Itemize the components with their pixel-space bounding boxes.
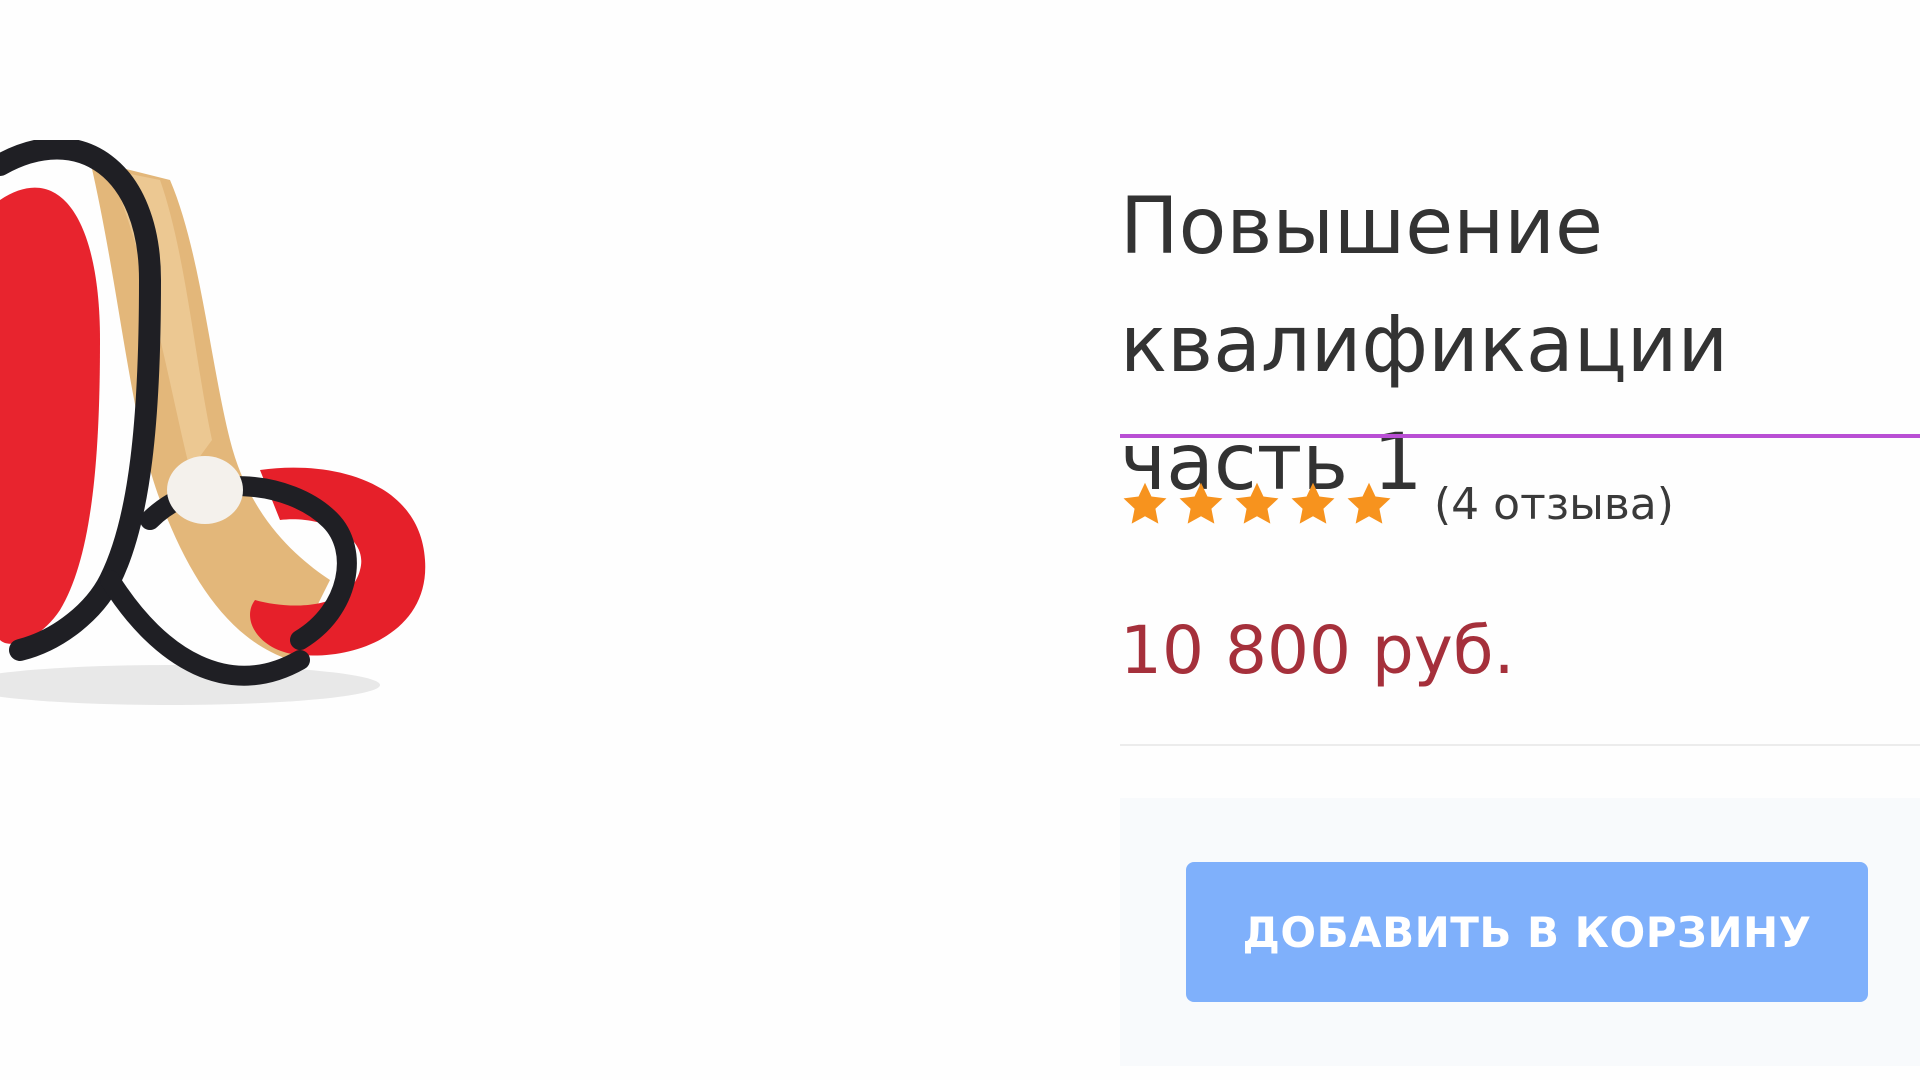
- add-to-cart-button[interactable]: ДОБАВИТЬ В КОРЗИНУ: [1186, 862, 1868, 1002]
- add-to-cart-panel: ДОБАВИТЬ В КОРЗИНУ: [1120, 798, 1920, 1066]
- title-divider: [1120, 434, 1920, 438]
- star-icon: [1347, 482, 1391, 524]
- product-price: 10 800 руб.: [1120, 612, 1515, 689]
- product-image[interactable]: [0, 140, 440, 720]
- product-info: Повышение квалификации часть 1 (4 отзыва…: [1120, 0, 1920, 1080]
- reviews-link[interactable]: (4 отзыва): [1434, 479, 1674, 530]
- star-icon: [1123, 482, 1167, 524]
- star-icon: [1235, 482, 1279, 524]
- product-rating: (4 отзыва): [1120, 476, 1674, 532]
- letter-a-ribbon-logo-icon: [0, 140, 426, 705]
- product-title-text: Повышение квалификации часть 1: [1120, 182, 1729, 508]
- product-page: Повышение квалификации часть 1 (4 отзыва…: [0, 0, 1920, 1080]
- rating-stars: [1120, 479, 1394, 529]
- star-icon: [1291, 482, 1335, 524]
- product-title: Повышение квалификации часть 1: [1120, 168, 1920, 522]
- star-icon: [1179, 482, 1223, 524]
- price-divider: [1120, 744, 1920, 746]
